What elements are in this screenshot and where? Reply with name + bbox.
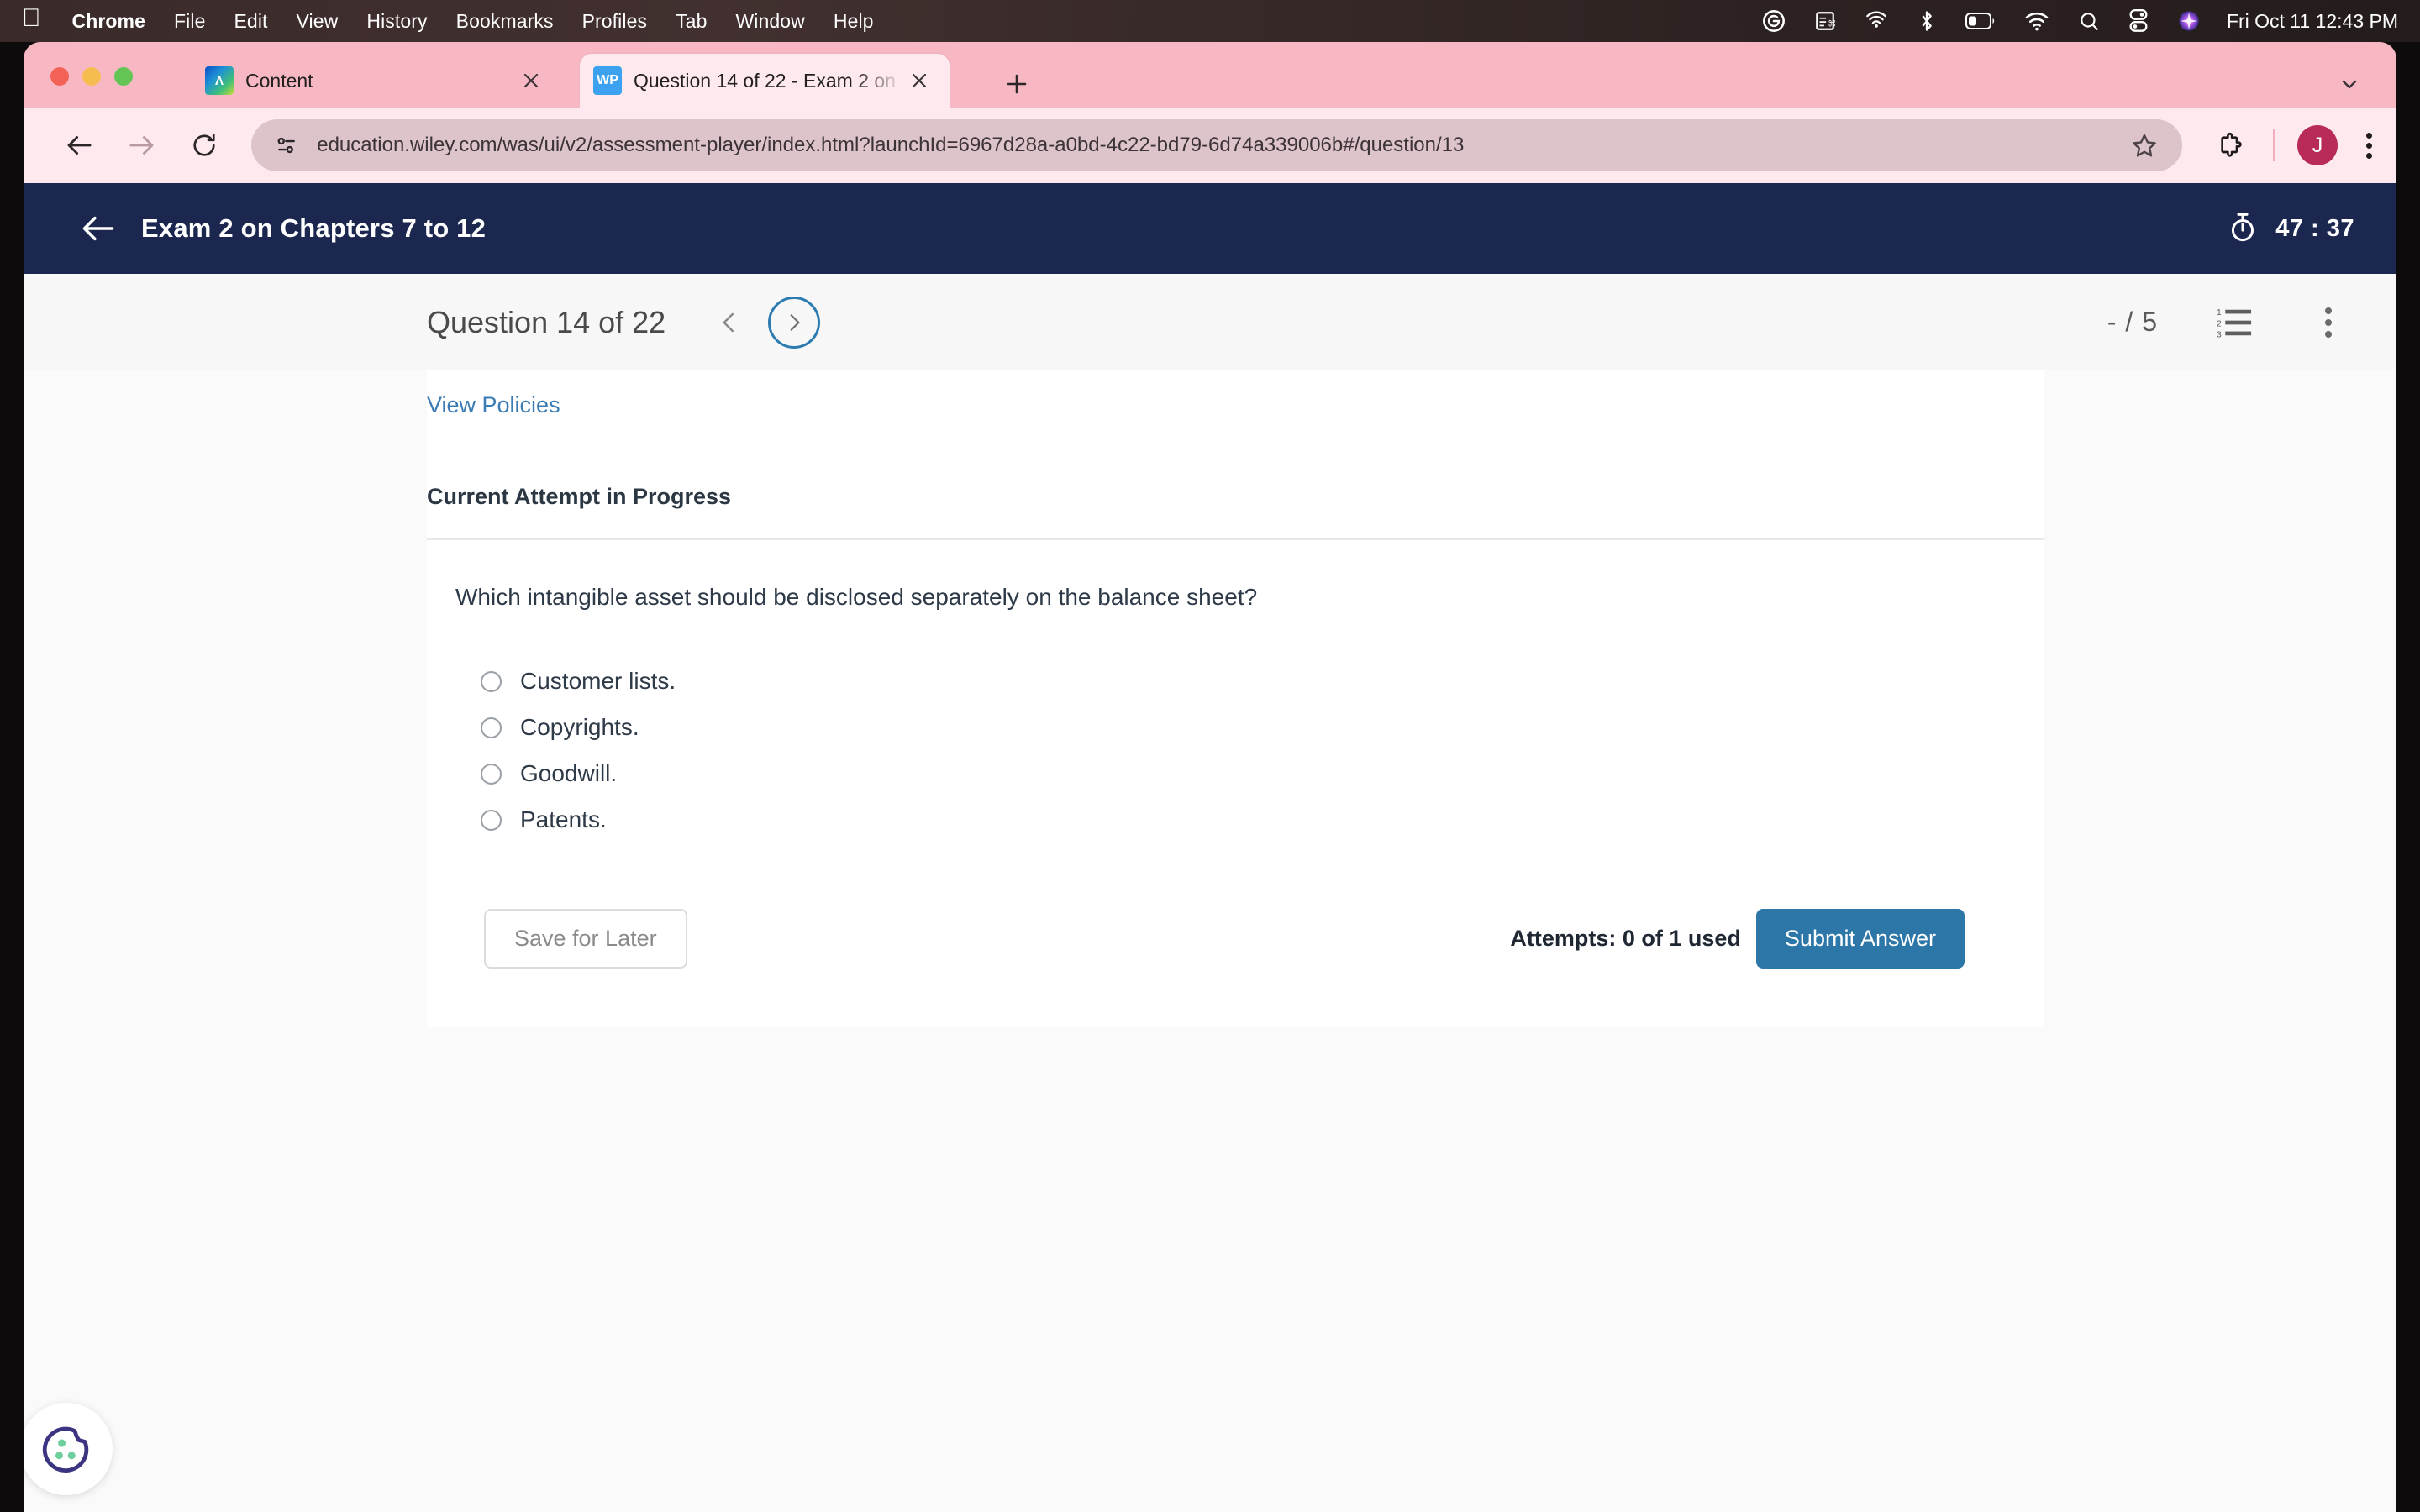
svg-text:⌘: ⌘ (1828, 20, 1836, 29)
control-center-icon[interactable] (2128, 9, 2149, 33)
save-for-later-button[interactable]: Save for Later (484, 908, 687, 969)
tab-list-chevron-down-icon[interactable] (2331, 66, 2368, 102)
radio-button[interactable] (481, 809, 502, 831)
menu-bar-clock[interactable]: Fri Oct 11 12:43 PM (2227, 10, 2398, 33)
window-controls (50, 67, 133, 86)
menu-item-file[interactable]: File (160, 10, 219, 33)
browser-toolbar: education.wiley.com/was/ui/v2/assessment… (24, 108, 2396, 183)
attempts-status: Attempts: 0 of 1 used (1510, 925, 1741, 951)
wifi-icon[interactable] (2024, 11, 2049, 31)
answer-option[interactable]: Customer lists. (481, 659, 1993, 705)
tab-title: Question 14 of 22 - Exam 2 on Chapters 7… (634, 69, 902, 92)
radio-button[interactable] (481, 670, 502, 692)
submit-area: Attempts: 0 of 1 used Submit Answer (1510, 908, 1965, 969)
card-body: Which intangible asset should be disclos… (427, 540, 2044, 1027)
bookmark-star-icon[interactable] (2125, 126, 2164, 165)
answer-option[interactable]: Patents. (481, 797, 1993, 843)
previous-question-button[interactable] (706, 299, 753, 346)
airplay-icon[interactable] (1865, 9, 1888, 33)
tab-title: Content (245, 69, 313, 92)
macos-menu-bar:  Chrome File Edit View History Bookmark… (0, 0, 2420, 42)
menu-bar-status-area: ⌘ Fri Oct 11 12:43 PM (1748, 9, 2420, 33)
address-bar-url[interactable]: education.wiley.com/was/ui/v2/assessment… (317, 134, 2125, 157)
grammarly-icon[interactable] (1762, 9, 1786, 33)
close-tab-icon[interactable] (902, 64, 936, 97)
question-nav-bar: Question 14 of 22 - / 5 1 2 3 (24, 274, 2396, 370)
question-counter: Question 14 of 22 (427, 304, 666, 339)
apple-logo-icon[interactable]:  (22, 6, 41, 31)
page-viewport: Exam 2 on Chapters 7 to 12 47 : 37 Quest… (24, 183, 2396, 1512)
question-card: View Policies Current Attempt in Progres… (427, 370, 2044, 1027)
extensions-puzzle-icon[interactable] (2209, 124, 2251, 166)
maximize-window-button[interactable] (114, 67, 133, 86)
menu-item-chrome[interactable]: Chrome (58, 10, 160, 33)
reload-icon[interactable] (182, 122, 226, 169)
toolbar-divider (2272, 129, 2275, 161)
battery-icon[interactable] (1965, 13, 1996, 29)
menu-item-help[interactable]: Help (819, 10, 888, 33)
radio-button[interactable] (481, 717, 502, 738)
answer-option[interactable]: Copyrights. (481, 705, 1993, 751)
answer-option-label: Customer lists. (520, 668, 676, 695)
svg-text:3: 3 (2217, 330, 2222, 339)
exam-timer: 47 : 37 (2227, 211, 2354, 247)
browser-tab-question[interactable]: WP Question 14 of 22 - Exam 2 on Chapter… (580, 54, 950, 108)
card-action-row: Save for Later Attempts: 0 of 1 used Sub… (484, 843, 1993, 1027)
tab-strip: Λ Content WP Question 14 of 22 - Exam 2 … (24, 42, 2396, 108)
chrome-window: Λ Content WP Question 14 of 22 - Exam 2 … (24, 42, 2396, 1512)
close-tab-icon[interactable] (514, 64, 548, 97)
question-bar-right: - / 5 1 2 3 (2107, 301, 2348, 344)
question-list-icon[interactable]: 1 2 3 (2213, 301, 2257, 344)
question-pager (706, 296, 821, 349)
submit-answer-button[interactable]: Submit Answer (1755, 908, 1965, 969)
close-window-button[interactable] (50, 67, 69, 86)
timer-value: 47 : 37 (2275, 214, 2354, 242)
content-app-favicon: Λ (205, 66, 234, 95)
profile-avatar[interactable]: J (2296, 125, 2338, 165)
question-score: - / 5 (2107, 307, 2158, 337)
assessment-header: Exam 2 on Chapters 7 to 12 47 : 37 (24, 183, 2396, 274)
answer-option-label: Goodwill. (520, 760, 618, 787)
siri-icon[interactable] (2177, 9, 2201, 33)
answer-option-label: Patents. (520, 806, 607, 833)
wileyplus-favicon: WP (593, 66, 622, 95)
forward-icon[interactable] (119, 122, 163, 169)
radio-button[interactable] (481, 763, 502, 785)
more-options-kebab-icon[interactable] (2309, 301, 2348, 344)
answer-option[interactable]: Goodwill. (481, 751, 1993, 797)
menu-item-profiles[interactable]: Profiles (568, 10, 662, 33)
back-arrow-icon[interactable] (76, 206, 121, 251)
current-attempt-header: Current Attempt in Progress (427, 484, 732, 509)
browser-tab-content[interactable]: Λ Content (192, 54, 561, 108)
bluetooth-icon[interactable] (1917, 9, 1937, 33)
back-icon[interactable] (57, 122, 101, 169)
toolbar-actions: J (2197, 124, 2396, 166)
notes-icon[interactable]: ⌘ (1814, 10, 1836, 32)
menu-item-tab[interactable]: Tab (661, 10, 721, 33)
svg-text:1: 1 (2217, 308, 2222, 318)
menu-item-window[interactable]: Window (721, 10, 818, 33)
site-info-icon[interactable] (270, 129, 303, 162)
menu-item-edit[interactable]: Edit (219, 10, 281, 33)
answer-option-label: Copyrights. (520, 714, 639, 741)
menu-item-history[interactable]: History (352, 10, 441, 33)
spotlight-search-icon[interactable] (2078, 10, 2100, 32)
stopwatch-icon (2227, 211, 2259, 247)
menu-item-bookmarks[interactable]: Bookmarks (442, 10, 568, 33)
card-header: View Policies Current Attempt in Progres… (427, 370, 2044, 538)
next-question-button[interactable] (768, 296, 821, 349)
answer-options: Customer lists. Copyrights. Goodwill. Pa… (455, 659, 1993, 843)
menu-item-view[interactable]: View (282, 10, 353, 33)
new-tab-button[interactable] (998, 66, 1035, 102)
minimize-window-button[interactable] (82, 67, 101, 86)
question-text: Which intangible asset should be disclos… (455, 584, 1258, 610)
address-bar[interactable]: education.wiley.com/was/ui/v2/assessment… (251, 119, 2182, 171)
svg-text:2: 2 (2217, 319, 2222, 328)
view-policies-link[interactable]: View Policies (427, 392, 560, 418)
cookie-consent-icon[interactable] (24, 1403, 113, 1495)
exam-title: Exam 2 on Chapters 7 to 12 (141, 213, 487, 243)
chrome-menu-kebab-icon[interactable] (2349, 125, 2390, 165)
